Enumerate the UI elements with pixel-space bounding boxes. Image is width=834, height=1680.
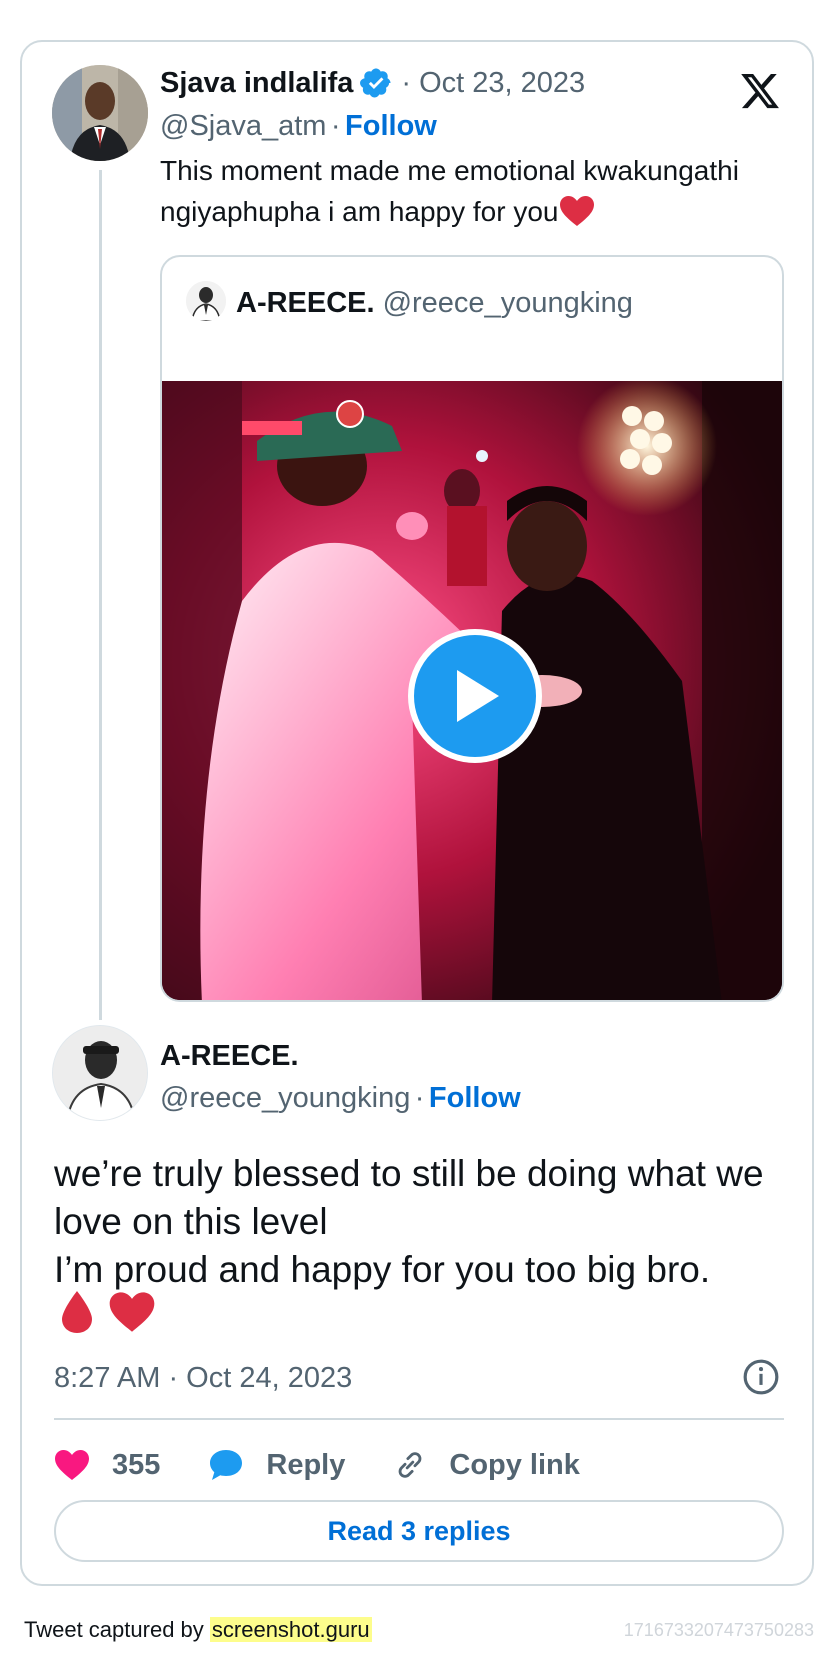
screenshot-guru-link[interactable]: screenshot.guru <box>209 1617 372 1642</box>
tweet-timestamp[interactable]: 8:27 AM · Oct 24, 2023 <box>54 1362 352 1395</box>
video-player[interactable] <box>162 381 782 1000</box>
main-tweet-text: we’re truly blessed to still be doing wh… <box>54 1153 764 1290</box>
tweet-text: This moment made me emotional kwakungath… <box>160 155 739 227</box>
main-handle-line: @reece_youngking · Follow <box>160 1082 521 1115</box>
sjava-avatar[interactable] <box>52 65 148 161</box>
follow-button[interactable]: Follow <box>429 1082 521 1114</box>
quoted-tweet-header: A-REECE. @reece_youngking <box>236 287 633 320</box>
separator: · <box>401 66 412 99</box>
x-logo-icon[interactable] <box>738 70 782 112</box>
replied-tweet-text: This moment made me emotional kwakungath… <box>160 150 800 232</box>
separator: · <box>414 1082 425 1114</box>
tweet-id: 1716733207473750283 <box>623 1620 814 1640</box>
read-replies-button[interactable]: Read 3 replies <box>54 1500 784 1562</box>
copy-link-label: Copy link <box>449 1448 580 1481</box>
link-icon <box>399 1452 422 1478</box>
reply-bubble-icon <box>210 1450 243 1480</box>
red-heart-icon <box>559 196 594 226</box>
replied-tweet-header: Sjava indlalifa · Oct 23, 2023 <box>160 66 585 100</box>
footer-caption: Tweet captured by screenshot.guru <box>24 1617 372 1643</box>
quoted-author-handle: @reece_youngking <box>382 287 633 319</box>
quoted-author-avatar <box>186 281 226 321</box>
play-icon <box>457 670 499 722</box>
like-button[interactable]: 355 <box>54 1449 160 1482</box>
main-author-handle[interactable]: @reece_youngking <box>160 1082 410 1114</box>
separator: · <box>330 110 341 142</box>
action-bar: 355 Reply Copy link <box>54 1436 628 1494</box>
copy-link-button[interactable]: Copy link <box>393 1448 580 1482</box>
drop-of-blood-icon <box>62 1291 92 1333</box>
reply-button[interactable]: Reply <box>208 1448 345 1482</box>
quoted-author-name: A-REECE. <box>236 287 375 319</box>
info-icon[interactable] <box>742 1358 780 1396</box>
reply-label: Reply <box>266 1448 346 1481</box>
thread-line <box>99 170 102 1020</box>
divider <box>54 1418 784 1420</box>
main-author-name[interactable]: A-REECE. <box>160 1040 299 1073</box>
heart-icon <box>55 1450 89 1480</box>
verified-badge-icon <box>360 68 391 98</box>
play-button[interactable] <box>408 629 542 763</box>
quoted-tweet[interactable]: A-REECE. @reece_youngking <box>160 255 784 1002</box>
areece-avatar[interactable] <box>52 1025 148 1121</box>
captured-by-text: Tweet captured by <box>24 1617 210 1642</box>
tweet-date[interactable]: Oct 23, 2023 <box>419 67 585 100</box>
red-heart-icon <box>109 1292 155 1332</box>
emoji-row <box>60 1290 156 1334</box>
replied-handle-line: @Sjava_atm · Follow <box>160 110 437 143</box>
follow-button[interactable]: Follow <box>345 110 437 142</box>
like-count: 355 <box>112 1448 161 1481</box>
author-handle[interactable]: @Sjava_atm <box>160 110 326 142</box>
author-name[interactable]: Sjava indlalifa <box>160 67 353 100</box>
